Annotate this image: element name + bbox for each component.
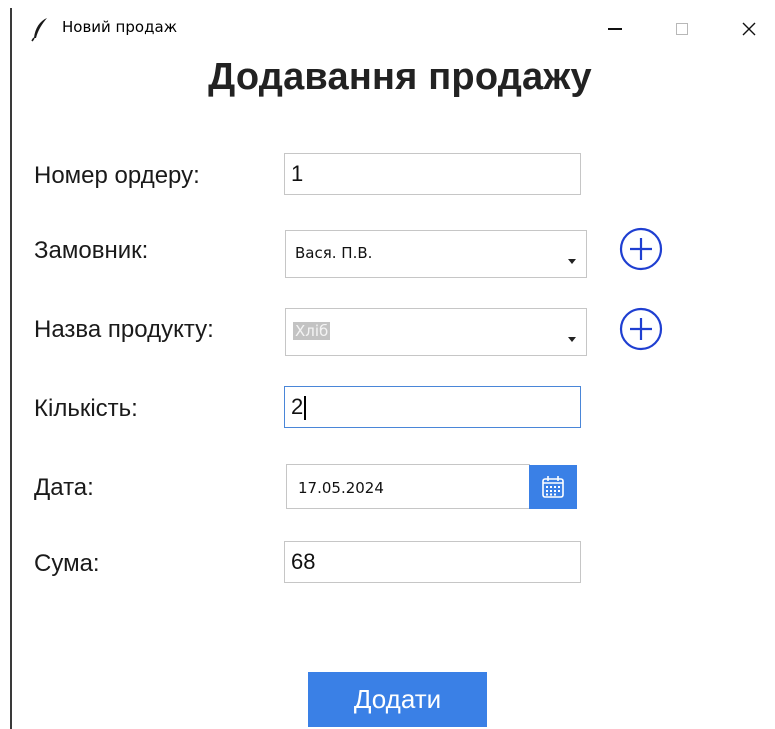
title-bar[interactable]: Новий продаж	[12, 0, 775, 58]
chevron-down-icon[interactable]	[568, 337, 576, 342]
date-label: Дата:	[34, 474, 94, 501]
product-selected-value: Хліб	[293, 322, 331, 340]
window-edge	[10, 8, 12, 729]
date-value: 17.05.2024	[298, 479, 384, 497]
order-number-input[interactable]: 1	[284, 153, 581, 195]
window-title: Новий продаж	[62, 18, 178, 36]
sum-label: Сума:	[34, 550, 100, 577]
page-title: Додавання продажу	[208, 56, 592, 98]
new-sale-window: Новий продаж Додавання продажу Номер орд…	[0, 0, 775, 729]
plus-circle-icon	[619, 227, 663, 271]
feather-icon	[30, 16, 52, 42]
add-sale-button[interactable]: Додати	[308, 672, 487, 727]
minimize-icon	[608, 28, 622, 30]
maximize-button[interactable]	[659, 10, 705, 48]
date-picker-button[interactable]	[529, 465, 577, 509]
customer-selected-value: Вася. П.В.	[295, 244, 373, 262]
add-customer-button[interactable]	[616, 224, 666, 274]
customer-label: Замовник:	[34, 237, 149, 264]
text-caret	[304, 396, 306, 421]
date-input[interactable]: 17.05.2024	[286, 464, 530, 509]
chevron-down-icon[interactable]	[568, 259, 576, 264]
quantity-input[interactable]: 2	[284, 386, 581, 428]
close-button[interactable]	[726, 10, 772, 48]
calendar-icon	[542, 476, 564, 498]
product-name-label: Назва продукту:	[34, 316, 214, 343]
sum-input[interactable]: 68	[284, 541, 581, 583]
quantity-label: Кількість:	[34, 395, 138, 422]
minimize-button[interactable]	[592, 10, 638, 48]
add-product-button[interactable]	[616, 304, 666, 354]
plus-circle-icon	[619, 307, 663, 351]
order-number-label: Номер ордеру:	[34, 162, 200, 189]
maximize-icon	[676, 23, 688, 35]
product-name-select[interactable]: Хліб	[285, 308, 587, 356]
customer-select[interactable]: Вася. П.В.	[285, 230, 587, 278]
close-icon	[742, 22, 756, 36]
quantity-value: 2	[291, 394, 304, 419]
